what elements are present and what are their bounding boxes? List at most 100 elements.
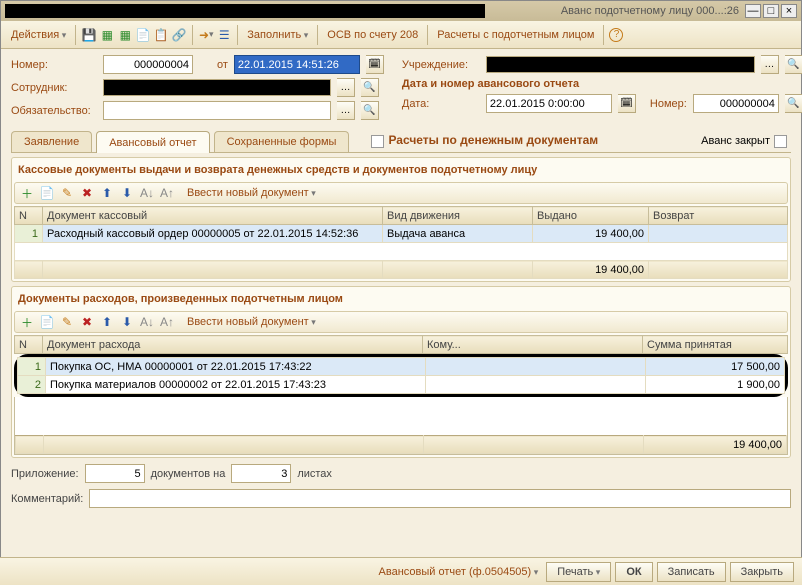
employee-label: Сотрудник:: [11, 82, 97, 94]
report-date-label: Дата:: [402, 98, 480, 110]
org-open-btn[interactable]: 🔍: [785, 55, 802, 74]
tab-saved-forms[interactable]: Сохраненные формы: [214, 131, 350, 152]
col-move[interactable]: Вид движения: [383, 207, 533, 225]
edit-row-icon-2[interactable]: ✎: [59, 314, 75, 330]
basis-icon[interactable]: 📋: [153, 27, 169, 43]
date-picker-btn[interactable]: 🗓: [366, 55, 384, 74]
sort-asc-icon[interactable]: A↓: [139, 185, 155, 201]
footer-toolbar: Авансовый отчет (ф.0504505) Печать ОК За…: [0, 557, 802, 585]
report-date-picker-btn[interactable]: 🗓: [618, 94, 636, 113]
col-issued[interactable]: Выдано: [533, 207, 649, 225]
comment-label: Комментарий:: [11, 493, 83, 505]
move-up-icon-2[interactable]: ⬆: [99, 314, 115, 330]
col-return[interactable]: Возврат: [649, 207, 788, 225]
save-icon[interactable]: 💾: [81, 27, 97, 43]
report-num-open-btn[interactable]: 🔍: [785, 94, 802, 113]
cash-docs-checkbox[interactable]: [371, 135, 384, 148]
add-row-icon[interactable]: ＋: [19, 185, 35, 201]
copy-row-icon[interactable]: 📄: [39, 185, 55, 201]
sort-desc-icon[interactable]: A↑: [159, 185, 175, 201]
report-date-input[interactable]: 22.01.2015 0:00:00: [486, 94, 612, 113]
col2-n[interactable]: N: [15, 336, 43, 354]
copy-row-icon-2[interactable]: 📄: [39, 314, 55, 330]
obligation-open-btn[interactable]: 🔍: [361, 101, 379, 120]
fill-menu[interactable]: Заполнить: [243, 27, 312, 43]
new-doc-menu-2[interactable]: Ввести новый документ: [183, 314, 320, 330]
help-icon[interactable]: ?: [609, 28, 623, 42]
expense-docs-table-head: N Документ расхода Кому... Сумма принята…: [14, 335, 788, 354]
edit-row-icon[interactable]: ✎: [59, 185, 75, 201]
titlebar: Аванс подотчетному лицу 000...:26 — □ ×: [1, 1, 801, 21]
employee-select-btn[interactable]: …: [337, 78, 355, 97]
org-select-btn[interactable]: …: [761, 55, 779, 74]
from-label: от: [217, 59, 228, 71]
new-doc-menu-1[interactable]: Ввести новый документ: [183, 185, 320, 201]
closed-checkbox[interactable]: [774, 135, 787, 148]
delete-row-icon[interactable]: ✖: [79, 185, 95, 201]
col2-sum[interactable]: Сумма принятая: [643, 336, 788, 354]
sort-asc-icon-2[interactable]: A↓: [139, 314, 155, 330]
org-input[interactable]: [486, 56, 755, 73]
maximize-btn[interactable]: □: [763, 4, 779, 18]
ok-button[interactable]: ОК: [615, 562, 652, 582]
report-num-input[interactable]: 000000004: [693, 94, 779, 113]
col2-whom[interactable]: Кому...: [423, 336, 643, 354]
section2-totals: 19 400,00: [15, 435, 787, 454]
title-redacted: [5, 4, 485, 18]
sort-desc-icon-2[interactable]: A↑: [159, 314, 175, 330]
post-close-icon[interactable]: ▦: [117, 27, 133, 43]
closed-label: Аванс закрыт: [701, 135, 770, 147]
cash-docs-table: N Документ кассовый Вид движения Выдано …: [14, 206, 788, 279]
number-label: Номер:: [11, 59, 97, 71]
attach-tail: листах: [297, 468, 332, 480]
col-doc[interactable]: Документ кассовый: [43, 207, 383, 225]
delete-row-icon-2[interactable]: ✖: [79, 314, 95, 330]
move-down-icon-2[interactable]: ⬇: [119, 314, 135, 330]
comment-input[interactable]: [89, 489, 791, 508]
move-down-icon[interactable]: ⬇: [119, 185, 135, 201]
obligation-input[interactable]: [103, 101, 331, 120]
table-row[interactable]: 1 Расходный кассовый ордер 00000005 от 2…: [15, 225, 788, 243]
tab-statement[interactable]: Заявление: [11, 131, 92, 152]
section1-toolbar: ＋ 📄 ✎ ✖ ⬆ ⬇ A↓ A↑ Ввести новый документ: [14, 182, 788, 204]
print-button[interactable]: Печать: [546, 562, 611, 582]
tab-advance-report[interactable]: Авансовый отчет: [96, 131, 209, 153]
table-row[interactable]: 1 Покупка ОС, НМА 00000001 от 22.01.2015…: [18, 358, 785, 376]
minimize-btn[interactable]: —: [745, 4, 761, 18]
settlements-link[interactable]: Расчеты с подотчетным лицом: [433, 27, 598, 43]
osv-link[interactable]: ОСВ по счету 208: [323, 27, 422, 43]
goto-icon[interactable]: ➜: [198, 27, 214, 43]
attach-count1[interactable]: 5: [85, 464, 145, 483]
close-button[interactable]: Закрыть: [730, 562, 794, 582]
blank-area: [15, 243, 788, 261]
link-icon[interactable]: 🔗: [171, 27, 187, 43]
close-window-btn[interactable]: ×: [781, 4, 797, 18]
obligation-select-btn[interactable]: …: [337, 101, 355, 120]
report-num-label: Номер:: [650, 98, 687, 110]
move-up-icon[interactable]: ⬆: [99, 185, 115, 201]
date-input[interactable]: 22.01.2015 14:51:26: [234, 55, 360, 74]
org-label: Учреждение:: [402, 59, 480, 71]
actions-menu[interactable]: Действия: [7, 27, 70, 43]
employee-open-btn[interactable]: 🔍: [361, 78, 379, 97]
obligation-label: Обязательство:: [11, 105, 97, 117]
copy-icon[interactable]: 📄: [135, 27, 151, 43]
number-input[interactable]: 000000004: [103, 55, 193, 74]
totals-row: 19 400,00: [15, 261, 788, 279]
window-title: Аванс подотчетному лицу 000...:26: [561, 5, 743, 17]
add-row-icon-2[interactable]: ＋: [19, 314, 35, 330]
main-toolbar: Действия 💾 ▦ ▦ 📄 📋 🔗 ➜ ☰ Заполнить ОСВ п…: [1, 21, 801, 49]
table-row[interactable]: 2 Покупка материалов 00000002 от 22.01.2…: [18, 376, 785, 394]
section2-title: Документы расходов, произведенных подотч…: [14, 291, 788, 307]
post-icon[interactable]: ▦: [99, 27, 115, 43]
save-button[interactable]: Записать: [657, 562, 726, 582]
section1-title: Кассовые документы выдачи и возврата ден…: [14, 162, 788, 178]
col-n[interactable]: N: [15, 207, 43, 225]
section2-toolbar: ＋ 📄 ✎ ✖ ⬆ ⬇ A↓ A↑ Ввести новый документ: [14, 311, 788, 333]
report-icon[interactable]: ☰: [216, 27, 232, 43]
form-link[interactable]: Авансовый отчет (ф.0504505): [375, 564, 543, 580]
employee-input[interactable]: [103, 79, 331, 96]
attach-count2[interactable]: 3: [231, 464, 291, 483]
col2-doc[interactable]: Документ расхода: [43, 336, 423, 354]
highlight-box: 1 Покупка ОС, НМА 00000001 от 22.01.2015…: [14, 354, 788, 397]
